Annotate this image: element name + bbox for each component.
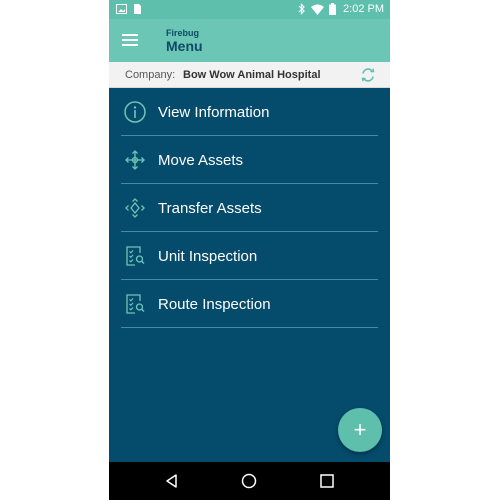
status-right: 2:02 PM <box>298 3 384 15</box>
phone-screen: 2:02 PM Firebug Menu Company: Bow Wow An… <box>109 0 390 500</box>
company-label: Company: <box>125 69 176 81</box>
menu-item-label: Unit Inspection <box>158 248 258 265</box>
info-icon <box>124 101 146 123</box>
wifi-icon <box>311 4 325 15</box>
move-icon <box>125 150 145 170</box>
menu-item-label: Move Assets <box>158 152 244 169</box>
menu-item-view-information[interactable]: View Information <box>121 88 378 136</box>
back-icon[interactable] <box>164 473 180 489</box>
inspection-icon <box>126 294 145 314</box>
menu-item-transfer-assets[interactable]: Transfer Assets <box>121 184 378 232</box>
app-subtitle: Firebug <box>166 28 199 38</box>
page-title: Menu <box>166 38 203 54</box>
app-bar: Firebug Menu <box>109 19 390 62</box>
image-icon <box>116 4 127 14</box>
company-name: Bow Wow Animal Hospital <box>183 69 321 81</box>
status-time: 2:02 PM <box>343 3 384 15</box>
company-bar: Company: Bow Wow Animal Hospital <box>109 62 390 88</box>
bluetooth-icon <box>298 3 305 15</box>
menu-item-label: View Information <box>158 104 270 121</box>
transfer-icon <box>125 198 145 218</box>
status-bar: 2:02 PM <box>109 0 390 19</box>
menu-item-label: Route Inspection <box>158 296 271 313</box>
home-icon[interactable] <box>241 473 257 489</box>
sim-card-icon <box>134 4 141 14</box>
refresh-icon[interactable] <box>360 67 376 83</box>
menu-item-move-assets[interactable]: Move Assets <box>121 136 378 184</box>
menu-item-label: Transfer Assets <box>158 200 262 217</box>
inspection-icon <box>126 246 145 266</box>
hamburger-icon[interactable] <box>122 34 138 47</box>
menu-item-unit-inspection[interactable]: Unit Inspection <box>121 232 378 280</box>
add-button[interactable]: + <box>338 408 382 452</box>
battery-icon <box>329 3 337 15</box>
navigation-bar <box>109 462 390 500</box>
recents-icon[interactable] <box>319 473 335 489</box>
menu-list: View Information Move Assets Transfer As… <box>109 88 390 328</box>
status-left <box>116 4 141 14</box>
menu-item-route-inspection[interactable]: Route Inspection <box>121 280 378 328</box>
